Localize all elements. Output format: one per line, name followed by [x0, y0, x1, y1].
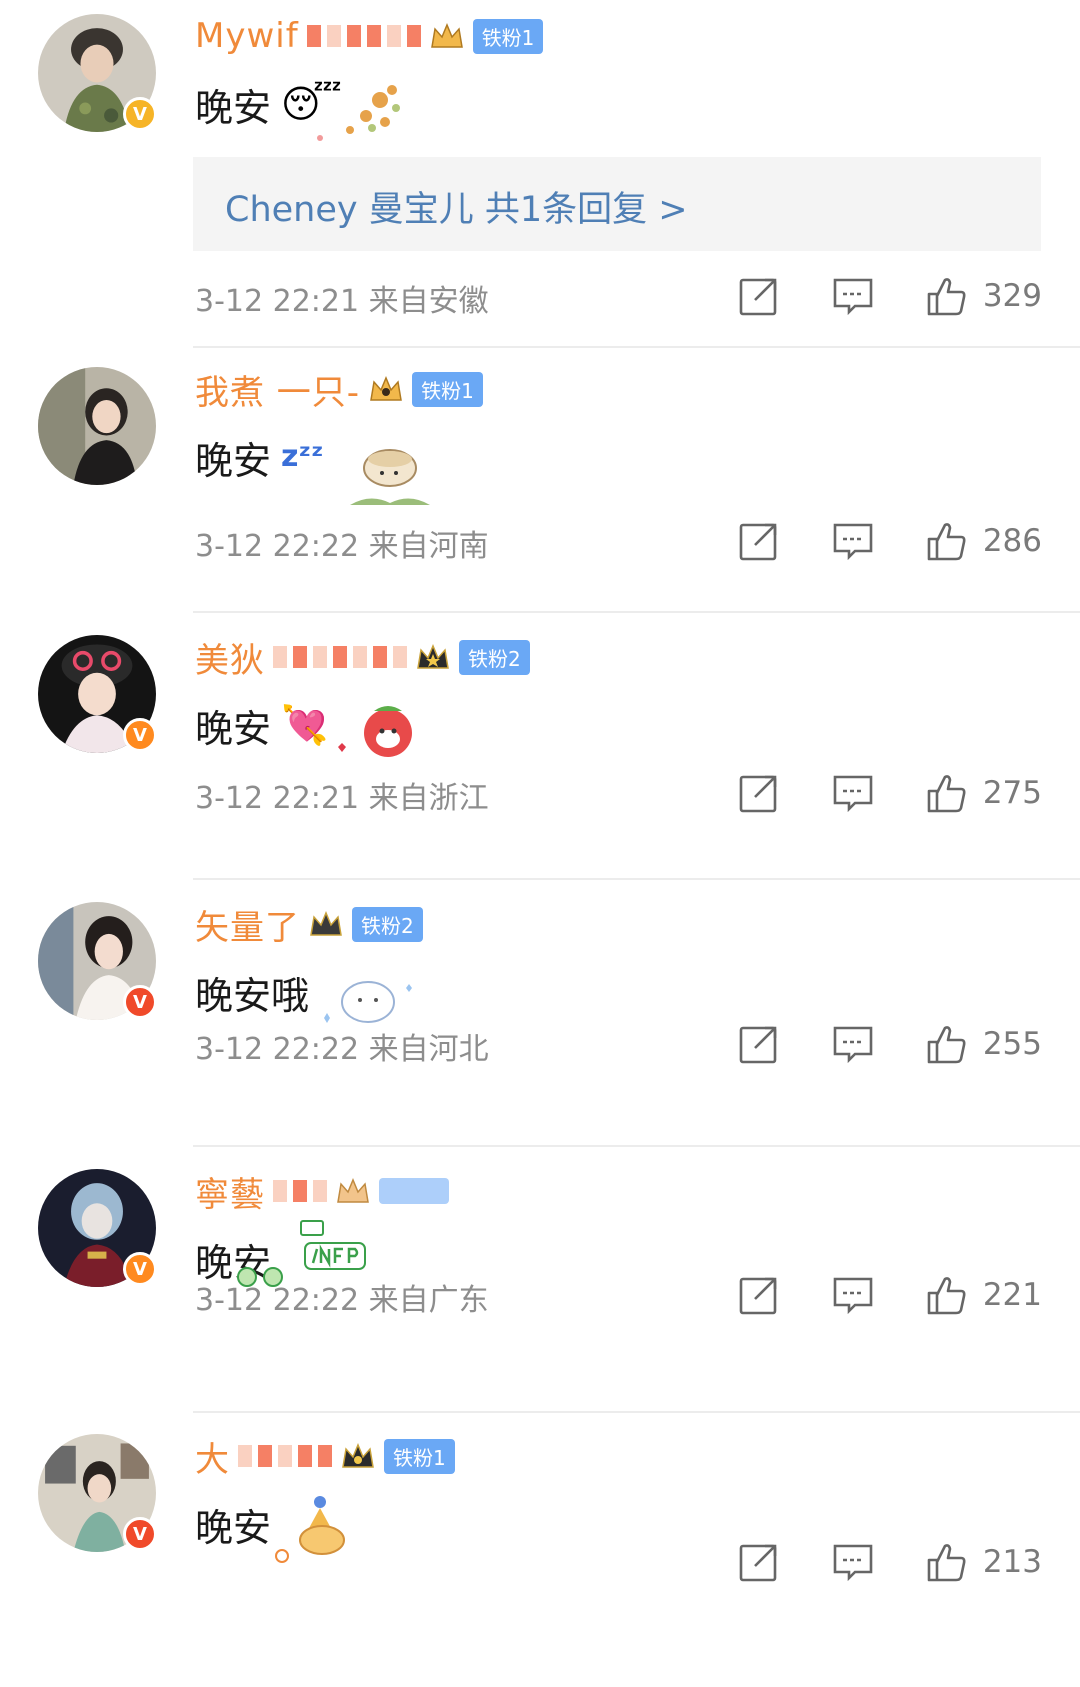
comment-icon[interactable]	[831, 1273, 875, 1317]
sticker-icon	[338, 706, 412, 757]
share-icon[interactable]	[737, 771, 781, 815]
comment-meta: 3-12 22:21 来自浙江	[195, 773, 489, 817]
blurred-name-part	[273, 646, 407, 668]
fan-crown-icon	[430, 23, 463, 48]
like-count: 213	[982, 1544, 1042, 1580]
fan-badge[interactable]: 铁粉1	[472, 18, 544, 54]
comment-time: 3-12 22:22	[195, 529, 360, 564]
avatar[interactable]	[38, 367, 156, 485]
verified-v-icon: V	[123, 1517, 157, 1551]
share-icon[interactable]	[737, 274, 781, 318]
fan-badge[interactable]: 铁粉2	[459, 639, 530, 675]
comment-item: V 矢量了 铁粉2 晚安哦 3-12 22:22 来自河北 255	[0, 888, 1080, 1155]
heart-emoji: 💘	[281, 703, 329, 747]
fan-badge[interactable]: 铁粉1	[412, 371, 483, 407]
comment-icon[interactable]	[831, 519, 875, 563]
share-icon[interactable]	[737, 1540, 781, 1584]
username[interactable]: 美狄	[195, 633, 265, 682]
fan-crown-icon	[370, 376, 402, 401]
username[interactable]: 我煮 一只-	[195, 365, 360, 414]
like-count: 329	[982, 278, 1042, 314]
fan-crown-icon	[310, 911, 342, 936]
comment-meta: 3-12 22:22 来自广东	[195, 1275, 489, 1319]
fan-badge[interactable]: 铁粉2	[352, 906, 423, 942]
username[interactable]: 寧藝	[195, 1167, 265, 1216]
comment-meta: 3-12 22:22 来自河北	[195, 1024, 489, 1068]
comment-time: 3-12 22:21	[195, 781, 360, 816]
share-icon[interactable]	[737, 1273, 781, 1317]
verified-v-icon: V	[123, 97, 157, 131]
replies-box[interactable]: Cheney 曼宝儿 共1条回复 >	[193, 157, 1041, 251]
verified-v-icon: V	[123, 1252, 157, 1286]
sticker-icon	[350, 449, 430, 505]
comment-meta: 3-12 22:21 来自安徽	[195, 276, 489, 320]
like-count: 286	[982, 523, 1042, 559]
comment-location: 来自浙江	[368, 781, 489, 816]
fan-badge[interactable]: 铁粉1	[384, 1438, 455, 1474]
blurred-name-part	[238, 1445, 332, 1467]
zzz-emoji: zᶻᶻ	[281, 439, 324, 474]
comment-text: 晚安哦	[195, 973, 310, 1018]
divider	[193, 611, 1080, 613]
divider	[193, 878, 1080, 880]
comment-meta: 3-12 22:22 来自河南	[195, 521, 489, 565]
comment-text: 晚安	[195, 438, 272, 483]
fan-badge-blurred[interactable]	[379, 1178, 449, 1204]
comment-icon[interactable]	[831, 274, 875, 318]
share-icon[interactable]	[737, 519, 781, 563]
comment-text: 晚安	[195, 85, 272, 130]
comment-icon[interactable]	[831, 1540, 875, 1584]
comment-location: 来自安徽	[368, 284, 489, 319]
like-icon[interactable]	[925, 519, 969, 563]
comment-location: 来自河北	[368, 1032, 489, 1067]
comment-time: 3-12 22:21	[195, 284, 360, 319]
like-icon[interactable]	[925, 1273, 969, 1317]
sticker-icon	[275, 1496, 345, 1563]
username[interactable]: Mywif	[195, 16, 299, 56]
comment-location: 来自广东	[368, 1283, 489, 1318]
blurred-name-part	[306, 25, 421, 47]
comment-time: 3-12 22:22	[195, 1283, 360, 1318]
comment-item: V 寧藝 晚安 3-12 22:22 来自广东 221	[0, 1155, 1080, 1422]
replies-link[interactable]: Cheney 曼宝儿 共1条回复 >	[225, 181, 688, 232]
fan-crown-icon	[342, 1443, 374, 1468]
comment-location: 来自河南	[368, 529, 489, 564]
like-icon[interactable]	[925, 1022, 969, 1066]
divider	[193, 1411, 1080, 1413]
blurred-name-part	[273, 1180, 327, 1202]
fan-crown-icon	[417, 644, 449, 669]
verified-v-icon: V	[123, 718, 157, 752]
like-icon[interactable]	[925, 771, 969, 815]
comment-item: V 大 铁粉1 晚安 213	[0, 1420, 1080, 1687]
like-count: 255	[982, 1026, 1042, 1062]
like-count: 221	[982, 1277, 1042, 1313]
verified-v-icon: V	[123, 985, 157, 1019]
like-icon[interactable]	[925, 274, 969, 318]
comment-icon[interactable]	[831, 771, 875, 815]
share-icon[interactable]	[737, 1022, 781, 1066]
comment-text: 晚安	[195, 706, 272, 751]
comment-icon[interactable]	[831, 1022, 875, 1066]
divider	[193, 346, 1080, 348]
comment-item: V 美狄 铁粉2 晚安 💘 3-12 22:21 来自浙江 275	[0, 621, 1080, 888]
comment-time: 3-12 22:22	[195, 1032, 360, 1067]
comment-item: V Mywif 铁粉1 晚安 😴 Cheney 曼宝儿 共1条回复 > 3-12…	[0, 0, 1080, 348]
divider	[193, 1145, 1080, 1147]
sticker-icon	[317, 85, 400, 141]
username[interactable]: 大	[195, 1432, 230, 1481]
username[interactable]: 矢量了	[195, 900, 300, 949]
fan-crown-icon	[337, 1178, 369, 1203]
like-icon[interactable]	[925, 1540, 969, 1584]
comment-item: 我煮 一只- 铁粉1 晚安 zᶻᶻ 3-12 22:22 来自河南 286	[0, 353, 1080, 620]
like-count: 275	[982, 775, 1042, 811]
